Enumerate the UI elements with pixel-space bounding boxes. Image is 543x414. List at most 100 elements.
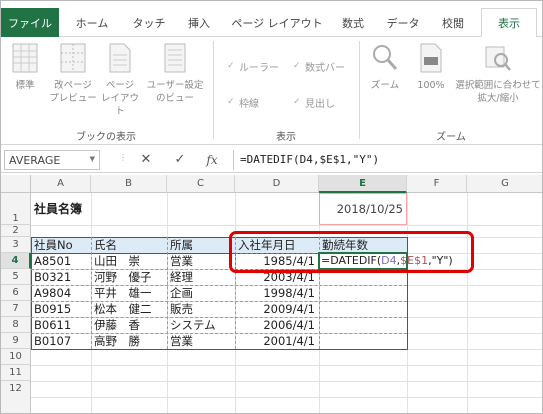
table-divider <box>31 333 407 334</box>
headings-label: 見出し <box>305 99 335 110</box>
cell-employee-no[interactable]: A9804 <box>34 285 71 301</box>
tab-page-layout[interactable]: ページ レイアウト <box>227 8 327 37</box>
column-header-f[interactable]: F <box>407 175 467 193</box>
zoom-button[interactable]: ズーム <box>365 43 405 92</box>
cell-employee-no[interactable]: B0107 <box>34 333 71 349</box>
header-employee-no[interactable]: 社員No <box>34 237 73 253</box>
headings-checkbox[interactable]: ✓ 見出し <box>293 95 335 111</box>
ribbon-separator <box>213 41 214 139</box>
page-layout-view-button[interactable]: ページ レイアウト <box>99 43 141 118</box>
cell-department[interactable]: 経理 <box>170 269 193 285</box>
cell-department[interactable]: 企画 <box>170 285 193 301</box>
normal-view-button[interactable]: 標準 <box>5 43 45 92</box>
formula-bar-checkbox[interactable]: ✓ 数式バー <box>293 59 345 75</box>
tab-insert[interactable]: 挿入 <box>179 8 219 37</box>
name-box-value: AVERAGE <box>9 154 61 167</box>
base-date-cell[interactable]: 2018/10/25 <box>321 201 403 217</box>
row-header-3[interactable]: 3 <box>1 237 31 253</box>
column-header-d[interactable]: D <box>235 175 319 193</box>
row-header-1[interactable]: 1 <box>1 193 31 225</box>
column-header-a[interactable]: A <box>31 175 91 193</box>
row-header-8[interactable]: 8 <box>1 317 31 333</box>
zoom-100-button[interactable]: 100% <box>411 43 451 92</box>
tab-formulas[interactable]: 数式 <box>333 8 373 37</box>
excel-window: ファイル ホーム タッチ 挿入 ページ レイアウト 数式 データ 校閲 表示 標… <box>0 0 543 414</box>
column-header-e[interactable]: E <box>319 175 407 193</box>
column-header-b[interactable]: B <box>91 175 167 193</box>
cell-department[interactable]: 営業 <box>170 253 193 269</box>
cell-join-date[interactable]: 2009/4/1 <box>237 301 315 317</box>
gridlines-label: 枠線 <box>239 99 259 110</box>
cell-name[interactable]: 伊藤 香 <box>94 317 140 333</box>
page-layout-label: ページ レイアウト <box>100 80 139 117</box>
zoom-to-selection-button[interactable]: 選択範囲に合わせて 拡大/縮小 <box>453 43 542 105</box>
cell-employee-no[interactable]: B0611 <box>34 317 71 333</box>
magnifier-icon <box>373 45 398 70</box>
cell-join-date[interactable]: 1998/4/1 <box>237 285 315 301</box>
row-header-12[interactable]: 12 <box>1 381 31 413</box>
name-box[interactable]: AVERAGE ▼ <box>4 150 100 170</box>
cell-join-date[interactable]: 2006/4/1 <box>237 317 315 333</box>
row-header-10[interactable]: 10 <box>1 349 31 365</box>
custom-views-button[interactable]: ユーザー設定 のビュー <box>143 43 207 105</box>
tab-review[interactable]: 校閲 <box>433 8 473 37</box>
row-header-11[interactable]: 11 <box>1 365 31 381</box>
row-header-6[interactable]: 6 <box>1 285 31 301</box>
custom-views-label: ユーザー設定 のビュー <box>146 80 204 104</box>
cell-name[interactable]: 山田 崇 <box>94 253 140 269</box>
row-header-7[interactable]: 7 <box>1 301 31 317</box>
cell-department[interactable]: 販売 <box>170 301 193 317</box>
table-divider <box>31 285 407 286</box>
ruler-checkbox[interactable]: ✓ ルーラー <box>227 59 279 75</box>
checkmark-icon: ✓ <box>227 61 235 71</box>
cell-join-date[interactable]: 2001/4/1 <box>237 333 315 349</box>
page-break-preview-icon <box>60 43 86 73</box>
cell-department[interactable]: システム <box>170 317 216 333</box>
group-label-show: 表示 <box>276 132 296 143</box>
cell-employee-no[interactable]: B0915 <box>34 301 71 317</box>
zoom-label: ズーム <box>370 80 400 91</box>
gridlines-checkbox[interactable]: ✓ 枠線 <box>227 95 259 111</box>
tab-view[interactable]: 表示 <box>481 8 537 38</box>
select-all-corner[interactable] <box>1 175 31 193</box>
row-header-4[interactable]: 4 <box>1 253 31 269</box>
zoom-selection-icon <box>485 46 511 71</box>
zoom-100-label: 100% <box>417 80 445 91</box>
page-break-preview-button[interactable]: 改ページ プレビュー <box>49 43 97 105</box>
insert-function-icon[interactable]: fx <box>201 151 223 169</box>
annotation-callout <box>229 231 474 273</box>
formula-input[interactable]: =DATEDIF(D4,$E$1,"Y") <box>233 150 541 170</box>
ribbon-separator <box>359 41 360 139</box>
row-header-5[interactable]: 5 <box>1 269 31 285</box>
checkmark-icon: ✓ <box>293 61 301 71</box>
cell-name[interactable]: 平井 雄一 <box>94 285 152 301</box>
cell-name[interactable]: 河野 優子 <box>94 269 152 285</box>
cell-employee-no[interactable]: B0321 <box>34 269 71 285</box>
ribbon-view: 標準 改ページ プレビュー ページ レイアウト ユーザー設定 のビュー ブックの… <box>1 37 542 145</box>
table-divider <box>31 301 407 302</box>
zoom-to-selection-label: 選択範囲に合わせて 拡大/縮小 <box>455 80 541 104</box>
chevron-down-icon[interactable]: ▼ <box>90 155 95 163</box>
tab-touch[interactable]: タッチ <box>125 8 173 37</box>
ribbon-tab-bar: ファイル ホーム タッチ 挿入 ページ レイアウト 数式 データ 校閲 表示 <box>1 1 542 38</box>
formula-bar: AVERAGE ▼ ⋮ ✕ ✓ fx =DATEDIF(D4,$E$1,"Y") <box>1 147 542 173</box>
column-header-g[interactable]: G <box>467 175 542 193</box>
header-department[interactable]: 所属 <box>170 237 193 253</box>
column-header-c[interactable]: C <box>167 175 235 193</box>
cell-department[interactable]: 営業 <box>170 333 193 349</box>
cell-name[interactable]: 松本 健二 <box>94 301 152 317</box>
row-header-2[interactable]: 2 <box>1 225 31 237</box>
tab-file[interactable]: ファイル <box>1 8 59 37</box>
zoom-100-icon <box>420 43 442 73</box>
cancel-icon[interactable]: ✕ <box>135 151 157 169</box>
cell-name[interactable]: 高野 勝 <box>94 333 140 349</box>
worksheet-grid: A B C D E F G 1 2 3 4 5 6 7 8 9 10 11 12 <box>1 175 542 413</box>
tab-data[interactable]: データ <box>381 8 425 37</box>
ruler-label: ルーラー <box>239 63 279 74</box>
group-label-book-views: ブックの表示 <box>76 132 136 143</box>
cell-employee-no[interactable]: A8501 <box>34 253 71 269</box>
enter-checkmark-icon[interactable]: ✓ <box>169 151 191 169</box>
header-name[interactable]: 氏名 <box>94 237 117 253</box>
tab-home[interactable]: ホーム <box>67 8 117 37</box>
row-header-9[interactable]: 9 <box>1 333 31 349</box>
